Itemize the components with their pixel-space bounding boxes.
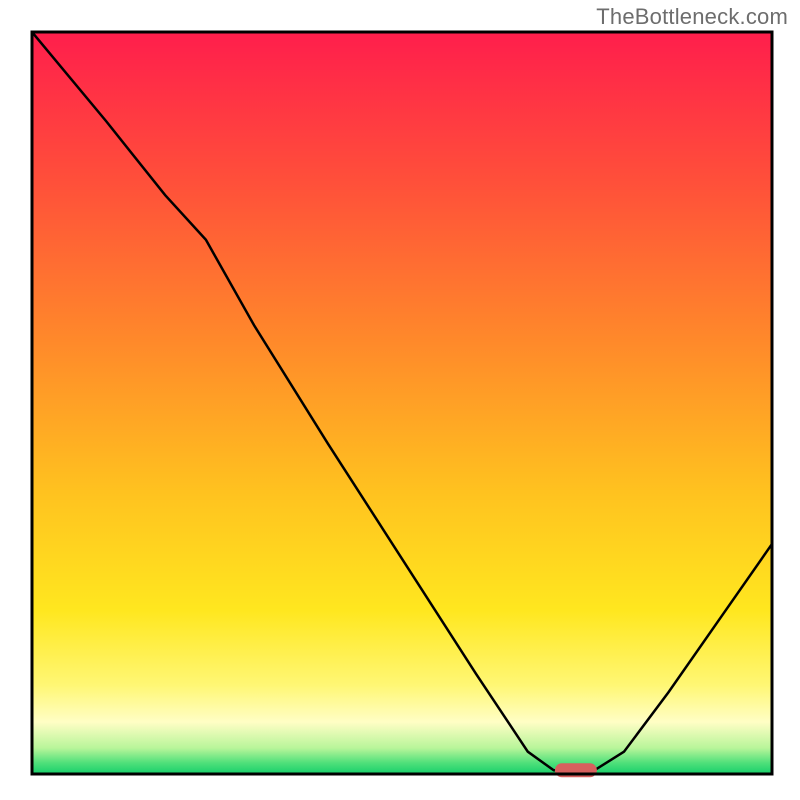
chart-stage: TheBottleneck.com bbox=[0, 0, 800, 800]
watermark-text: TheBottleneck.com bbox=[596, 4, 788, 30]
chart-svg bbox=[0, 0, 800, 800]
plot-background-gradient bbox=[32, 32, 772, 774]
